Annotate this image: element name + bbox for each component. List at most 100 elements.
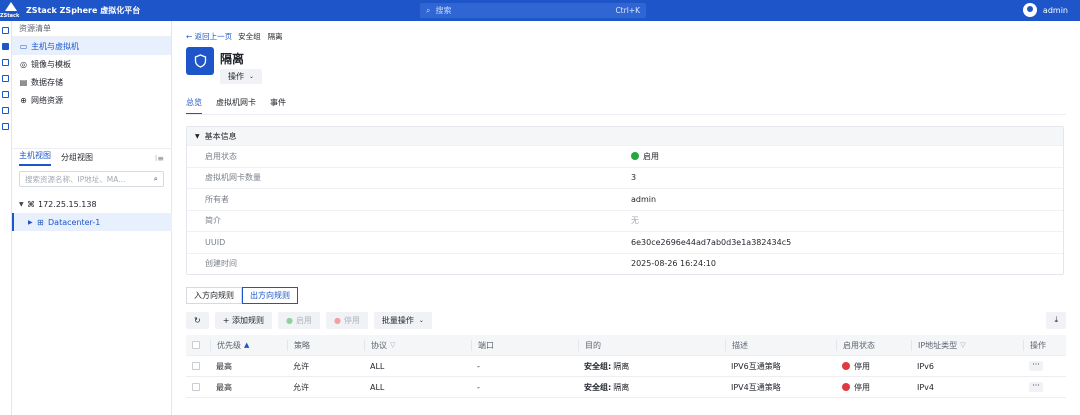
resource-item-hosts-vms[interactable]: ▭ 主机与虚拟机: [12, 37, 171, 55]
info-value: 启用: [631, 151, 659, 162]
tabs-divider: [186, 114, 1066, 115]
settings-icon[interactable]: [2, 123, 9, 130]
refresh-button[interactable]: ↻: [186, 311, 209, 329]
column-priority[interactable]: 优先级 ▲: [210, 339, 287, 351]
disc-icon: ◎: [20, 59, 27, 69]
tab-inbound-rules[interactable]: 入方向规则: [186, 287, 242, 304]
caret-right-icon[interactable]: ▶: [28, 219, 37, 226]
tree-node-label: 172.25.15.138: [38, 199, 97, 209]
globe-icon: ⊕: [20, 95, 27, 105]
storage-icon: ▤: [19, 77, 28, 87]
more-actions-icon[interactable]: ···: [1029, 361, 1043, 371]
cell-priority: 最高: [216, 361, 232, 371]
info-value: 6e30ce2696e44ad7ab0d3e1a382434c5: [631, 237, 792, 247]
search-icon[interactable]: ⌕: [154, 174, 158, 184]
user-name: admin: [1042, 5, 1068, 15]
home-icon[interactable]: [2, 27, 9, 34]
info-row-description: 简介 无: [187, 209, 1063, 232]
row-checkbox[interactable]: [192, 362, 200, 370]
tab-vm-nics[interactable]: 虚拟机网卡: [216, 97, 256, 115]
enabled-status-icon: [631, 152, 639, 161]
column-description: 描述: [725, 339, 836, 351]
info-value: 2025-08-26 16:24:10: [631, 259, 716, 269]
back-link[interactable]: ← 返回上一页: [186, 31, 232, 42]
nav-rail: [0, 21, 12, 415]
disable-icon: ●: [333, 315, 341, 325]
tab-overview[interactable]: 总览: [186, 97, 202, 115]
enable-button[interactable]: ● 启用: [277, 311, 320, 329]
info-row-uuid: UUID 6e30ce2696e44ad7ab0d3e1a382434c5: [187, 231, 1063, 253]
cell-description: IPV4互通策略: [731, 382, 781, 392]
tools-icon[interactable]: [2, 59, 9, 66]
network-icon[interactable]: [2, 75, 9, 82]
monitor-icon: ▭: [19, 41, 28, 51]
basic-info-header[interactable]: ▼ 基本信息: [187, 127, 1063, 145]
operations-button[interactable]: 操作 ⌄: [220, 69, 263, 84]
table-row: 最高 允许 ALL - 安全组: 隔离 IPV6互通策略 停用 IPv6 ···: [186, 356, 1066, 377]
info-key: 虚拟机网卡数量: [205, 173, 261, 183]
rules-toolbar: ↻ + 添加规则 ● 启用 ● 停用 批量操作 ⌄ ⤓: [186, 311, 1066, 329]
page-title: 隔离: [220, 52, 245, 66]
disabled-status-icon: [842, 362, 850, 370]
basic-info-title: 基本信息: [204, 131, 237, 141]
column-policy: 策略: [287, 339, 364, 351]
monitor-nav-icon[interactable]: [2, 107, 9, 114]
tree-node-datacenter[interactable]: ▶ ⊞ Datacenter-1: [12, 213, 172, 231]
info-key: 所有者: [205, 194, 229, 204]
more-actions-icon[interactable]: ···: [1029, 382, 1043, 392]
resource-item-storage[interactable]: ▤ 数据存储: [12, 73, 171, 91]
info-row-created: 创建时间 2025-08-26 16:24:10: [187, 252, 1063, 275]
column-status: 启用状态: [836, 339, 911, 351]
collapse-toggle-icon[interactable]: ⁝≡: [155, 154, 164, 163]
cell-protocol: ALL: [370, 382, 385, 392]
dest-value: 隔离: [613, 361, 630, 371]
info-value: 3: [631, 173, 637, 183]
user-menu[interactable]: admin: [1022, 3, 1068, 17]
tab-host-view[interactable]: 主机视图: [19, 150, 51, 166]
filter-icon[interactable]: ▽: [390, 341, 395, 349]
info-value: admin: [631, 194, 657, 204]
enable-icon: ●: [285, 315, 293, 325]
resource-item-label: 数据存储: [31, 77, 63, 87]
shield-icon: [194, 54, 206, 68]
datacenter-icon: ⊞: [37, 217, 44, 227]
global-search-input[interactable]: ⌕ 搜索 Ctrl+K: [420, 3, 646, 18]
cell-ip-type: IPv6: [917, 361, 935, 371]
batch-operations-button[interactable]: 批量操作 ⌄: [373, 311, 432, 329]
tab-group-view[interactable]: 分组视图: [61, 152, 93, 166]
tree-search-input[interactable]: 搜索资源名称、IP地址、MA... ⌕: [19, 171, 164, 187]
add-rule-button[interactable]: + 添加规则: [214, 311, 272, 329]
cell-policy: 允许: [293, 382, 309, 392]
tree-node-root[interactable]: ▼ ⌘ 172.25.15.138: [19, 196, 97, 212]
row-checkbox[interactable]: [192, 383, 200, 391]
resource-item-network[interactable]: ⊕ 网络资源: [12, 91, 171, 109]
column-port: 端口: [471, 339, 578, 351]
zstack-logo[interactable]: ZStack: [0, 0, 22, 21]
column-label: 优先级: [217, 340, 241, 350]
batch-label: 批量操作: [381, 315, 414, 325]
resource-item-images[interactable]: ◎ 镜像与模板: [12, 55, 171, 73]
column-label: IP地址类型: [918, 340, 958, 350]
tab-outbound-rules[interactable]: 出方向规则: [242, 287, 298, 304]
info-row-status: 启用状态 启用: [187, 145, 1063, 167]
search-placeholder: 搜索: [435, 6, 452, 15]
disable-button[interactable]: ● 停用: [325, 311, 368, 329]
tab-events[interactable]: 事件: [270, 97, 286, 115]
select-all-checkbox[interactable]: [192, 341, 200, 349]
status-text: 停用: [854, 382, 870, 392]
resources-icon[interactable]: [2, 43, 9, 50]
caret-down-icon[interactable]: ▼: [19, 201, 27, 208]
storage-nav-icon[interactable]: [2, 91, 9, 98]
status-text: 停用: [854, 361, 870, 371]
info-key: 启用状态: [205, 151, 237, 161]
filter-icon[interactable]: ▽: [960, 341, 965, 349]
breadcrumb: ← 返回上一页 安全组 隔离: [186, 31, 290, 42]
sort-icon[interactable]: ▲: [244, 341, 249, 349]
download-button[interactable]: ⤓: [1046, 311, 1066, 329]
cell-destination: 安全组: 隔离: [578, 361, 725, 372]
table-row: 最高 允许 ALL - 安全组: 隔离 IPV4互通策略 停用 IPv4 ···: [186, 377, 1066, 398]
logo-text: ZStack: [0, 13, 20, 19]
breadcrumb-item[interactable]: 安全组: [238, 31, 261, 42]
cell-status: 停用: [836, 361, 911, 372]
main-content: ← 返回上一页 安全组 隔离 隔离 操作 ⌄ 总览 虚拟机网卡 事件 ▼ 基本信…: [172, 21, 1080, 415]
